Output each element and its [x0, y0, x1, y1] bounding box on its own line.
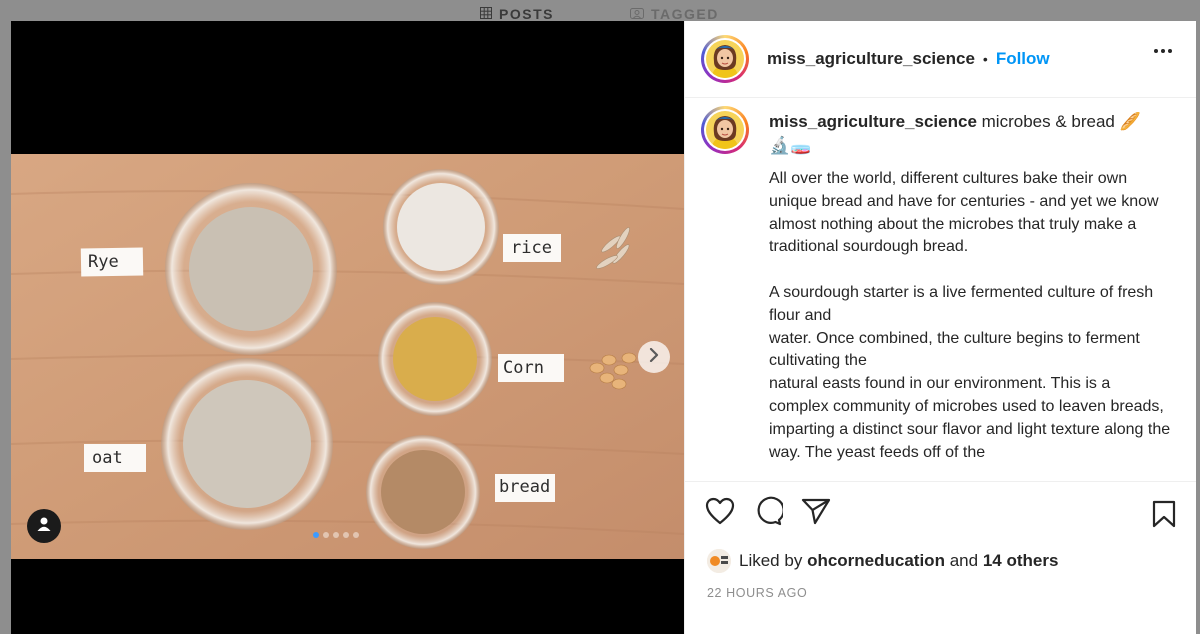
- likes-conjunction: and: [949, 551, 979, 570]
- post-photo: Rye rice Corn oat bread: [11, 154, 684, 559]
- tagged-users-button[interactable]: [27, 509, 61, 543]
- chevron-right-icon: [648, 347, 660, 367]
- label-bread: bread: [499, 477, 550, 497]
- label-rye: Rye: [88, 252, 119, 272]
- caption-username[interactable]: miss_agriculture_science: [769, 112, 977, 131]
- liker-avatar[interactable]: [707, 549, 731, 573]
- post-sidebar: miss_agriculture_science • Follow miss_a…: [684, 21, 1196, 634]
- post-author-username[interactable]: miss_agriculture_science: [767, 49, 975, 69]
- comment-icon: [753, 496, 785, 531]
- carousel-next-button[interactable]: [638, 341, 670, 373]
- carousel-dot: [333, 532, 339, 538]
- likes-others[interactable]: 14 others: [983, 551, 1059, 571]
- more-dot: [1168, 49, 1172, 53]
- like-button[interactable]: [705, 497, 735, 530]
- profile-tabs: POSTS TAGGED: [480, 6, 719, 22]
- label-rice: rice: [511, 238, 552, 258]
- post-header: miss_agriculture_science • Follow: [685, 21, 1196, 98]
- carousel-dots: [313, 532, 359, 538]
- heart-icon: [705, 497, 735, 530]
- tab-tagged-label: TAGGED: [650, 6, 719, 22]
- likes-summary: Liked by ohcorneducation and 14 others: [685, 544, 1196, 578]
- user-icon: [36, 516, 52, 537]
- post-media: Rye rice Corn oat bread: [11, 21, 684, 634]
- tagged-icon: [629, 6, 644, 22]
- bookmark-icon: [1152, 500, 1176, 532]
- carousel-dot: [313, 532, 319, 538]
- more-dot: [1154, 49, 1158, 53]
- more-dot: [1161, 49, 1165, 53]
- caption-title: microbes & bread 🥖: [981, 112, 1141, 131]
- caption-avatar[interactable]: [701, 106, 749, 154]
- caption-section: miss_agriculture_science microbes & brea…: [685, 98, 1196, 481]
- tab-posts[interactable]: POSTS: [480, 6, 554, 22]
- caption-body: All over the world, different cultures b…: [769, 170, 1171, 461]
- post-modal: Rye rice Corn oat bread miss_agriculture…: [11, 21, 1196, 634]
- carousel-dot: [343, 532, 349, 538]
- header-separator: •: [982, 51, 988, 67]
- likes-prefix: Liked by: [739, 551, 803, 570]
- send-icon: [801, 497, 831, 530]
- grid-icon: [480, 6, 492, 22]
- tab-tagged[interactable]: TAGGED: [629, 6, 719, 22]
- label-corn: Corn: [503, 358, 544, 378]
- more-options-button[interactable]: [1154, 49, 1172, 53]
- likes-user[interactable]: ohcorneducation: [807, 551, 945, 571]
- save-button[interactable]: [1152, 500, 1176, 533]
- post-actions: [685, 481, 1196, 544]
- label-oat: oat: [92, 448, 123, 468]
- post-timestamp[interactable]: 22 HOURS AGO: [685, 586, 1196, 600]
- tab-posts-label: POSTS: [499, 6, 554, 22]
- avatar[interactable]: [701, 35, 749, 83]
- carousel-dot: [323, 532, 329, 538]
- follow-button[interactable]: Follow: [996, 49, 1050, 69]
- share-button[interactable]: [801, 497, 831, 530]
- carousel-dot: [353, 532, 359, 538]
- caption-title-emojis: 🔬🧫: [769, 136, 812, 155]
- caption-heading: miss_agriculture_science microbes & brea…: [769, 110, 1169, 158]
- comment-button[interactable]: [753, 496, 785, 531]
